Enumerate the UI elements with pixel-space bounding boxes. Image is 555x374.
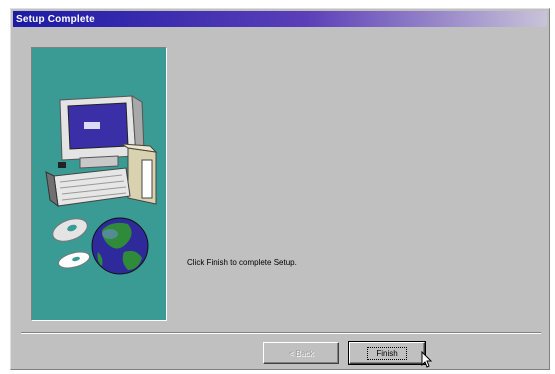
computer-globe-illustration [45, 95, 158, 275]
mouse-pointer-icon [421, 351, 433, 368]
disks-icon [52, 218, 91, 269]
finish-button[interactable]: Finish [348, 341, 426, 365]
title-bar[interactable]: Setup Complete [13, 11, 547, 27]
globe-icon [91, 217, 149, 275]
keyboard-icon [45, 162, 131, 208]
finish-button-label: Finish [367, 346, 407, 360]
back-button[interactable]: < Back [263, 342, 339, 364]
window-title: Setup Complete [16, 13, 95, 25]
setup-complete-dialog: Setup Complete Click Finish to complete … [10, 8, 550, 370]
completion-message: Click Finish to complete Setup. [187, 258, 297, 267]
button-separator [21, 332, 541, 334]
setup-illustration-panel [31, 47, 167, 321]
